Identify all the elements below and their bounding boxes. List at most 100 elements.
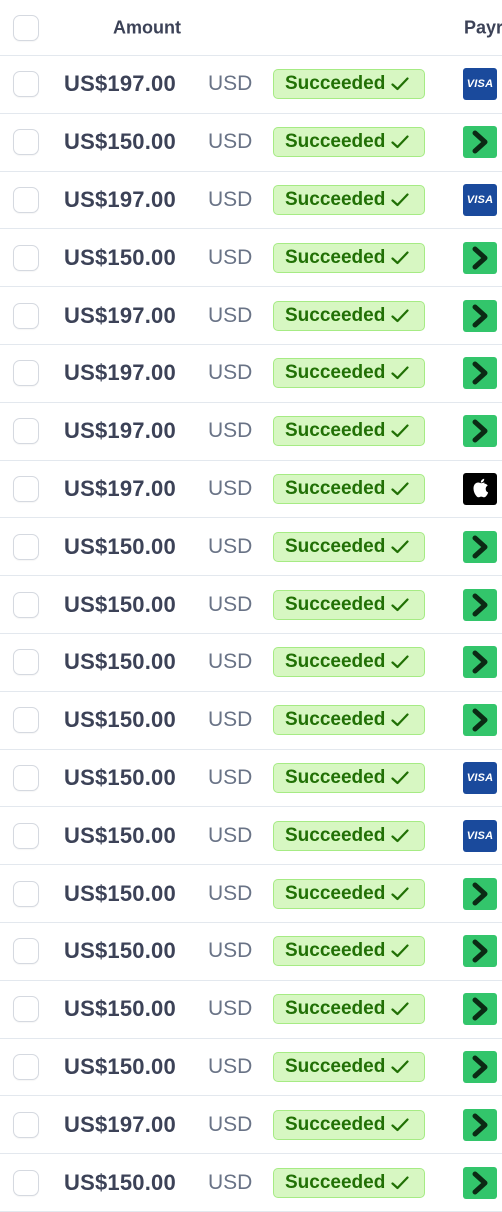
row-checkbox[interactable] xyxy=(13,938,39,965)
currency-value: USD xyxy=(208,1170,253,1194)
table-row[interactable]: US$150.00 USD Succeeded xyxy=(0,634,502,692)
row-checkbox[interactable] xyxy=(13,880,39,907)
table-row[interactable]: US$150.00 USD Succeeded xyxy=(0,1039,502,1097)
visa-card-icon: VISA xyxy=(463,761,497,794)
currency-value: USD xyxy=(208,1112,253,1136)
status-label: Succeeded xyxy=(285,362,386,384)
link-payment-icon xyxy=(463,935,497,968)
currency-value: USD xyxy=(208,303,253,327)
amount-value: US$150.00 xyxy=(64,996,176,1022)
row-checkbox[interactable] xyxy=(13,533,39,560)
table-row[interactable]: US$197.00 USD Succeeded xyxy=(0,345,502,403)
table-row[interactable]: US$150.00 USD Succeeded xyxy=(0,981,502,1039)
status-badge: Succeeded xyxy=(273,531,425,562)
row-checkbox[interactable] xyxy=(13,591,39,618)
link-payment-icon xyxy=(463,1166,497,1199)
row-checkbox[interactable] xyxy=(13,707,39,734)
table-row[interactable]: US$150.00 USD Succeeded VISA xyxy=(0,750,502,808)
link-payment-icon xyxy=(463,357,497,390)
amount-value: US$197.00 xyxy=(64,418,176,444)
row-checkbox[interactable] xyxy=(13,1053,39,1080)
status-badge: Succeeded xyxy=(273,473,425,504)
table-row[interactable]: US$150.00 USD Succeeded xyxy=(0,229,502,288)
table-row[interactable]: US$150.00 USD Succeeded xyxy=(0,518,502,577)
row-checkbox[interactable] xyxy=(13,996,39,1023)
row-checkbox[interactable] xyxy=(13,418,39,445)
row-checkbox[interactable] xyxy=(13,244,39,271)
status-badge: Succeeded xyxy=(273,69,425,100)
table-row[interactable]: US$150.00 USD Succeeded xyxy=(0,692,502,750)
row-checkbox[interactable] xyxy=(13,649,39,676)
checkmark-icon xyxy=(391,1118,409,1132)
checkmark-icon xyxy=(391,77,409,91)
row-checkbox[interactable] xyxy=(13,360,39,387)
visa-card-icon: VISA xyxy=(463,68,497,101)
status-label: Succeeded xyxy=(285,420,386,442)
status-label: Succeeded xyxy=(285,1171,386,1193)
status-label: Succeeded xyxy=(285,824,386,846)
currency-value: USD xyxy=(208,72,253,96)
table-row[interactable]: US$197.00 USD Succeeded xyxy=(0,287,502,345)
amount-value: US$150.00 xyxy=(64,764,176,790)
checkmark-icon xyxy=(391,540,409,554)
status-badge: Succeeded xyxy=(273,936,425,967)
amount-value: US$150.00 xyxy=(64,822,176,848)
table-row[interactable]: US$150.00 USD Succeeded xyxy=(0,923,502,981)
currency-value: USD xyxy=(208,997,253,1021)
amount-value: US$150.00 xyxy=(64,533,176,559)
visa-logo-text: VISA xyxy=(466,771,494,784)
currency-value: USD xyxy=(208,708,253,732)
payment-method-column-header[interactable]: Payr xyxy=(464,17,502,38)
currency-value: USD xyxy=(208,765,253,789)
amount-value: US$197.00 xyxy=(64,360,176,386)
amount-value: US$150.00 xyxy=(64,591,176,617)
status-label: Succeeded xyxy=(285,477,386,499)
currency-value: USD xyxy=(208,187,253,211)
checkmark-icon xyxy=(391,308,409,323)
status-badge: Succeeded xyxy=(273,820,425,851)
status-badge: Succeeded xyxy=(273,878,425,909)
row-checkbox[interactable] xyxy=(13,186,39,213)
row-checkbox[interactable] xyxy=(13,822,39,849)
table-row[interactable]: US$197.00 USD Succeeded VISA xyxy=(0,172,502,230)
status-label: Succeeded xyxy=(285,651,386,673)
table-row[interactable]: US$197.00 USD Succeeded xyxy=(0,403,502,461)
currency-value: USD xyxy=(208,245,253,269)
row-checkbox[interactable] xyxy=(13,71,39,98)
row-checkbox[interactable] xyxy=(13,475,39,502)
table-row[interactable]: US$197.00 USD Succeeded xyxy=(0,461,502,519)
row-checkbox[interactable] xyxy=(13,1169,39,1196)
visa-logo-text: VISA xyxy=(466,193,494,206)
checkmark-icon xyxy=(391,597,409,612)
amount-column-header[interactable]: Amount xyxy=(113,17,181,38)
checkmark-icon xyxy=(391,193,409,207)
visa-logo-text: VISA xyxy=(466,829,494,842)
select-all-checkbox[interactable] xyxy=(13,14,39,41)
row-checkbox[interactable] xyxy=(13,1111,39,1138)
row-checkbox[interactable] xyxy=(13,764,39,791)
table-row[interactable]: US$197.00 USD Succeeded xyxy=(0,1096,502,1155)
table-row[interactable]: US$150.00 USD Succeeded VISA xyxy=(0,807,502,866)
link-payment-icon xyxy=(463,646,497,679)
currency-value: USD xyxy=(208,881,253,905)
table-row[interactable]: US$150.00 USD Succeeded xyxy=(0,1154,502,1212)
amount-value: US$150.00 xyxy=(64,244,176,270)
link-payment-icon xyxy=(463,530,497,563)
currency-value: USD xyxy=(208,1054,253,1078)
row-checkbox[interactable] xyxy=(13,129,39,156)
table-row[interactable]: US$197.00 USD Succeeded VISA xyxy=(0,56,502,114)
table-header: Amount Payr xyxy=(0,0,502,56)
table-row[interactable]: US$150.00 USD Succeeded xyxy=(0,576,502,634)
table-body: US$197.00 USD Succeeded VISA US$150.00 U… xyxy=(0,56,502,1212)
row-checkbox[interactable] xyxy=(13,302,39,329)
checkmark-icon xyxy=(391,655,409,669)
status-label: Succeeded xyxy=(285,593,386,615)
status-badge: Succeeded xyxy=(273,762,425,793)
currency-value: USD xyxy=(208,534,253,558)
currency-value: USD xyxy=(208,823,253,847)
table-row[interactable]: US$150.00 USD Succeeded xyxy=(0,114,502,172)
checkmark-icon xyxy=(391,771,409,785)
status-label: Succeeded xyxy=(285,73,386,95)
table-row[interactable]: US$150.00 USD Succeeded xyxy=(0,865,502,923)
status-label: Succeeded xyxy=(285,882,386,904)
